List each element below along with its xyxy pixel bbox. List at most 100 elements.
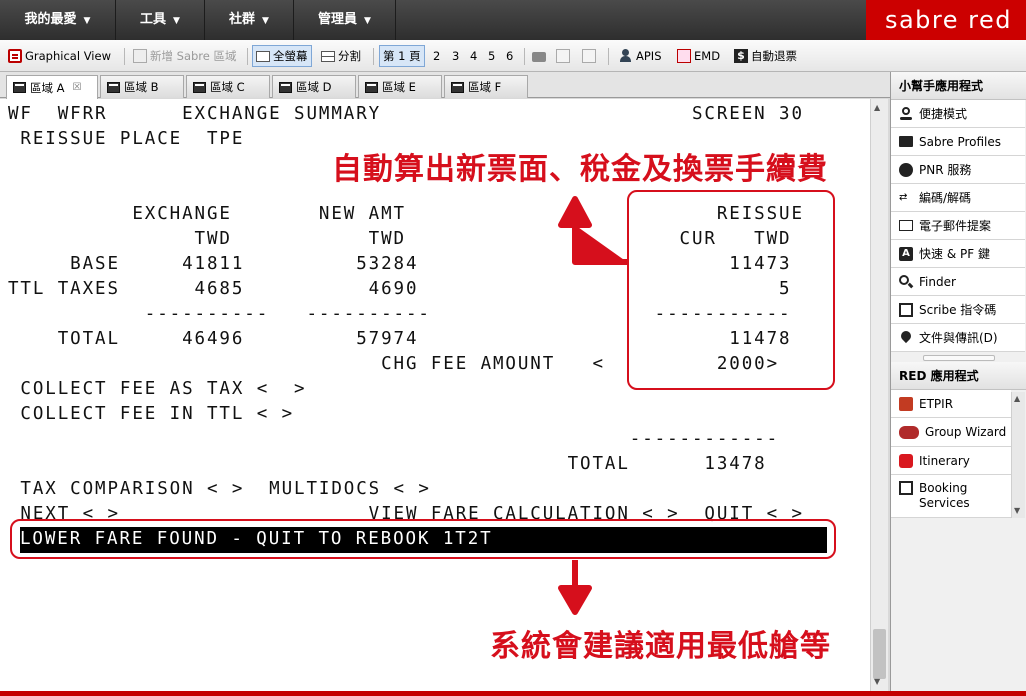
red-apps-scrollbar[interactable]: ▲ ▼ xyxy=(1011,392,1025,518)
new-window-icon xyxy=(133,49,147,63)
toolbar-divider xyxy=(524,48,525,65)
paste-button[interactable] xyxy=(582,46,596,66)
helper-item-sabre-profiles[interactable]: Sabre Profiles xyxy=(891,128,1025,156)
tab-area-f[interactable]: 區域 F xyxy=(444,75,528,98)
menu-community[interactable]: 社群 ▼ xyxy=(205,0,294,40)
page-3-button[interactable]: 3 xyxy=(452,46,459,66)
tab-area-d[interactable]: 區域 D xyxy=(272,75,356,98)
terminal-scrollbar[interactable]: ▲ ▼ xyxy=(870,99,888,691)
page-number: 3 xyxy=(452,49,460,63)
red-app-etpir[interactable]: ETPIR xyxy=(891,390,1011,418)
helper-item-docs-messaging[interactable]: 文件與傳訊(D) xyxy=(891,324,1025,352)
code-icon: ⇄ xyxy=(899,191,908,203)
split-view-icon xyxy=(321,50,335,62)
panel-resize-handle[interactable] xyxy=(923,355,995,361)
red-app-booking-services[interactable]: Booking Services xyxy=(891,475,1011,518)
scroll-thumb[interactable] xyxy=(873,629,886,679)
terminal-window-icon xyxy=(13,82,26,93)
toolbar: Graphical View 新增 Sabre 區域 全螢幕 分割 第 1 頁 … xyxy=(0,40,1026,72)
terminal-window-icon xyxy=(365,81,378,93)
script-icon xyxy=(899,302,913,317)
menu-favorites[interactable]: 我的最愛 ▼ xyxy=(0,0,116,40)
helper-item-encode-decode[interactable]: ⇄ 編碼/解碼 xyxy=(891,184,1025,212)
user-circle-icon xyxy=(899,162,913,177)
page-2-button[interactable]: 2 xyxy=(433,46,440,66)
helper-item-label: 編碼/解碼 xyxy=(919,191,972,205)
split-button[interactable]: 分割 xyxy=(321,46,361,66)
helper-item-label: Sabre Profiles xyxy=(919,134,1002,149)
helper-item-finder[interactable]: Finder xyxy=(891,268,1025,296)
menu-favorites-label: 我的最愛 xyxy=(24,12,77,27)
page-1-button[interactable]: 第 1 頁 xyxy=(379,45,425,67)
scroll-up-icon[interactable]: ▲ xyxy=(1014,394,1020,403)
booking-icon xyxy=(899,481,913,495)
page-5-button[interactable]: 5 xyxy=(488,46,495,66)
helper-item-label: 便捷模式 xyxy=(919,107,968,121)
copy-button[interactable] xyxy=(556,46,570,66)
tab-label: 區域 E xyxy=(382,80,416,94)
toolbar-divider xyxy=(247,48,248,65)
tab-area-b[interactable]: 區域 B xyxy=(100,75,184,98)
graphical-view-icon xyxy=(8,49,22,63)
emd-ticket-icon xyxy=(677,49,691,63)
tab-label: 區域 B xyxy=(124,80,159,94)
helper-item-label: 電子郵件提案 xyxy=(919,219,992,233)
tab-label: 區域 C xyxy=(210,80,245,94)
menu-admin[interactable]: 管理員 ▼ xyxy=(294,0,396,40)
red-app-label: Booking Services xyxy=(919,481,970,510)
terminal-window-icon xyxy=(279,81,292,93)
toolbar-divider xyxy=(124,48,125,65)
chevron-down-icon: ▼ xyxy=(262,16,269,26)
down-arrow-icon xyxy=(558,560,592,615)
apis-button[interactable]: APIS xyxy=(619,46,662,66)
annotation-top-text: 自動算出新票面、稅金及換票手續費 xyxy=(332,152,828,187)
chevron-down-icon: ▼ xyxy=(173,16,180,26)
tab-area-a[interactable]: 區域 A ☒ xyxy=(6,75,98,99)
tab-area-e[interactable]: 區域 E xyxy=(358,75,442,98)
page-6-button[interactable]: 6 xyxy=(506,46,513,66)
helper-item-email-proposal[interactable]: 電子郵件提案 xyxy=(891,212,1025,240)
menu-tools-label: 工具 xyxy=(140,12,167,27)
person-pin-icon xyxy=(899,106,913,121)
full-screen-icon xyxy=(256,50,270,62)
helper-item-label: Scribe 指令碼 xyxy=(919,303,997,317)
scroll-up-icon[interactable]: ▲ xyxy=(874,103,880,112)
tab-label: 區域 F xyxy=(468,80,502,94)
tab-label: 區域 D xyxy=(296,80,332,94)
red-app-label: Group Wizard xyxy=(925,425,1007,439)
helper-item-scribe-scripts[interactable]: Scribe 指令碼 xyxy=(891,296,1025,324)
right-side-panel: 小幫手應用程式 便捷模式 Sabre Profiles PNR 服務 ⇄ 編碼/… xyxy=(890,72,1026,696)
helper-item-quick-pf-keys[interactable]: A 快速 & PF 鍵 xyxy=(891,240,1025,268)
sabre-terminal-screen[interactable]: WF WFRR EXCHANGE SUMMARY SCREEN 30 REISS… xyxy=(0,99,870,691)
emd-button[interactable]: EMD xyxy=(677,46,720,66)
helper-item-label: PNR 服務 xyxy=(919,163,972,177)
chevron-down-icon: ▼ xyxy=(83,16,91,26)
split-label: 分割 xyxy=(338,49,361,63)
red-app-group-wizard[interactable]: Group Wizard xyxy=(891,418,1011,447)
helper-item-label: 文件與傳訊(D) xyxy=(919,331,998,345)
page-4-button[interactable]: 4 xyxy=(470,46,477,66)
helper-item-quick-mode[interactable]: 便捷模式 xyxy=(891,100,1025,128)
page-number: 5 xyxy=(488,49,496,63)
full-screen-button[interactable]: 全螢幕 xyxy=(252,45,312,67)
auto-refund-button[interactable]: $ 自動退票 xyxy=(734,46,797,66)
tab-area-c[interactable]: 區域 C xyxy=(186,75,270,98)
org-chart-icon xyxy=(899,396,913,411)
terminal-window-icon xyxy=(451,81,464,93)
print-button[interactable] xyxy=(532,46,546,66)
key-icon: A xyxy=(899,246,913,261)
terminal-window-icon xyxy=(193,81,206,93)
helper-item-pnr-service[interactable]: PNR 服務 xyxy=(891,156,1025,184)
scroll-down-icon[interactable]: ▼ xyxy=(874,677,880,686)
new-area-button[interactable]: 新增 Sabre 區域 xyxy=(133,46,237,66)
emd-label: EMD xyxy=(694,49,721,63)
id-card-icon xyxy=(899,136,913,147)
page-1-label: 第 1 頁 xyxy=(383,49,421,63)
tab-label: 區域 A xyxy=(30,80,65,95)
menu-tools[interactable]: 工具 ▼ xyxy=(116,0,205,40)
graphical-view-button[interactable]: Graphical View xyxy=(8,46,111,66)
red-app-itinerary[interactable]: Itinerary xyxy=(891,447,1011,475)
toolbar-divider xyxy=(608,48,609,65)
close-icon[interactable]: ☒ xyxy=(73,77,82,99)
scroll-down-icon[interactable]: ▼ xyxy=(1014,506,1020,515)
